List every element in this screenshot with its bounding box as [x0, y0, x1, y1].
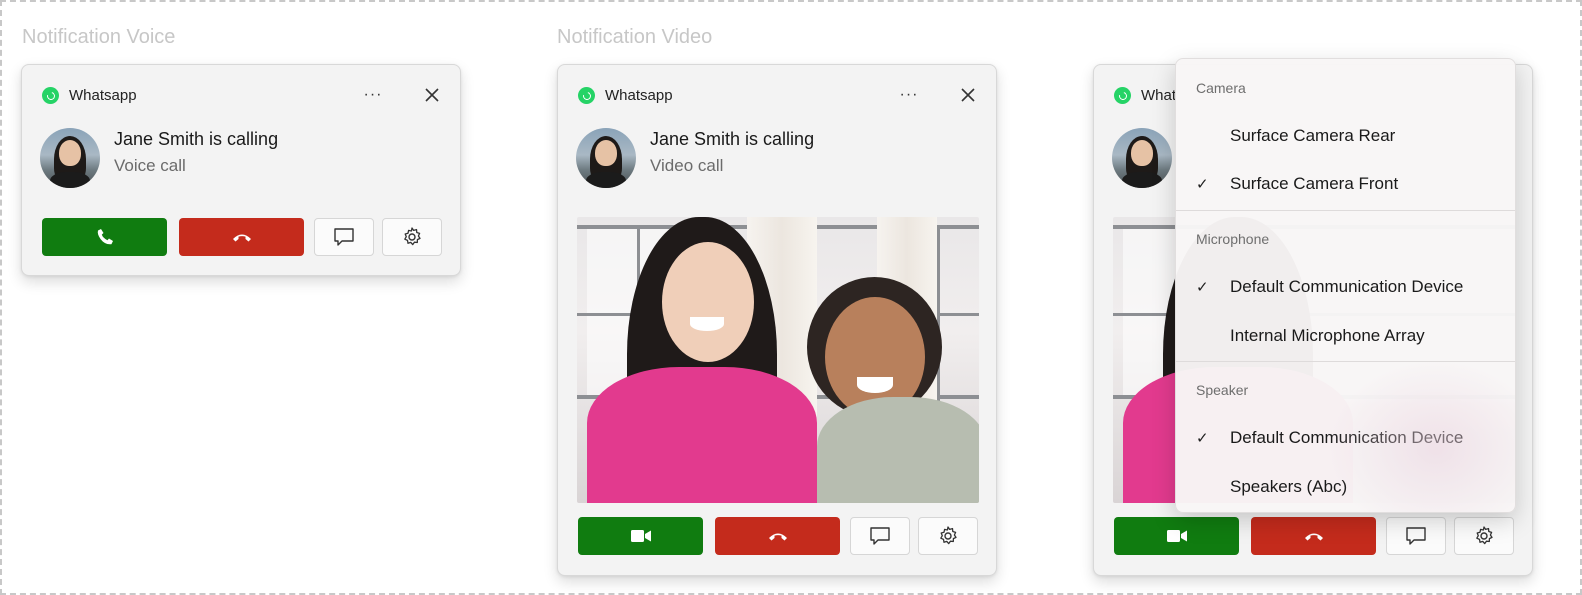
check-icon: ✓	[1196, 279, 1209, 296]
menu-item-label: Surface Camera Rear	[1230, 126, 1396, 145]
decline-call-button[interactable]	[179, 218, 304, 256]
menu-item-label: Internal Microphone Array	[1230, 326, 1425, 345]
more-icon: ···	[899, 86, 919, 103]
call-type: Voice call	[114, 156, 186, 175]
app-name: Whatsapp	[69, 86, 137, 104]
accept-call-button[interactable]	[42, 218, 167, 256]
close-icon	[425, 88, 439, 102]
whatsapp-icon	[578, 86, 595, 104]
gear-icon	[1476, 526, 1493, 545]
caller-name: Jane Smith is calling	[114, 129, 279, 149]
hang-up-icon	[232, 234, 251, 242]
menu-divider	[1176, 361, 1515, 362]
chat-bubble-icon	[1406, 527, 1426, 545]
video-camera-icon	[1166, 530, 1187, 542]
menu-divider	[1176, 210, 1515, 211]
settings-button[interactable]	[382, 218, 442, 256]
menu-item-mic-internal[interactable]: Internal Microphone Array	[1180, 315, 1511, 357]
phone-icon	[97, 229, 113, 245]
microphone-header: Microphone	[1196, 231, 1270, 247]
close-button[interactable]	[954, 82, 982, 108]
whatsapp-icon	[42, 86, 59, 104]
video-preview	[577, 217, 979, 503]
menu-item-speakers-abc[interactable]: Speakers (Abc)	[1180, 466, 1511, 508]
app-header: Whatsapp	[578, 85, 673, 105]
section-label-video: Notification Video	[557, 26, 713, 48]
hang-up-icon	[768, 533, 787, 541]
decline-call-button[interactable]	[715, 517, 840, 555]
close-icon	[961, 88, 975, 102]
menu-item-speaker-default[interactable]: ✓ Default Communication Device	[1180, 417, 1511, 459]
menu-item-label: Default Communication Device	[1230, 428, 1464, 447]
menu-item-label: Speakers (Abc)	[1230, 477, 1348, 496]
message-button[interactable]	[850, 517, 910, 555]
app-header: What	[1114, 85, 1176, 105]
menu-item-mic-default[interactable]: ✓ Default Communication Device	[1180, 266, 1511, 308]
camera-header: Camera	[1196, 80, 1246, 96]
voice-call-notification: Whatsapp ··· Jane Smith is calling Voice…	[21, 64, 461, 276]
app-name: Whatsapp	[605, 86, 673, 104]
avatar	[576, 128, 636, 188]
device-settings-menu: Camera Surface Camera Rear ✓ Surface Cam…	[1175, 58, 1516, 513]
menu-item-label: Default Communication Device	[1230, 277, 1464, 296]
video-call-notification: Whatsapp ··· Jane Smith is calling Video…	[557, 64, 997, 576]
settings-button[interactable]	[1454, 517, 1514, 555]
menu-item-camera-rear[interactable]: Surface Camera Rear	[1180, 115, 1511, 157]
check-icon: ✓	[1196, 176, 1209, 193]
call-type: Video call	[650, 156, 724, 175]
close-button[interactable]	[418, 82, 446, 108]
accept-video-button[interactable]	[1114, 517, 1239, 555]
chat-bubble-icon	[870, 527, 890, 545]
chat-bubble-icon	[334, 228, 354, 246]
speaker-header: Speaker	[1196, 382, 1249, 398]
gear-icon	[404, 227, 421, 246]
check-icon: ✓	[1196, 430, 1209, 447]
gear-icon	[940, 526, 957, 545]
more-options-button[interactable]: ···	[359, 82, 387, 108]
avatar	[1112, 128, 1172, 188]
avatar	[40, 128, 100, 188]
app-name: What	[1141, 86, 1177, 104]
caller-name: Jane Smith is calling	[650, 129, 815, 149]
hang-up-icon	[1304, 533, 1323, 541]
menu-item-label: Surface Camera Front	[1230, 174, 1399, 193]
more-options-button[interactable]: ···	[895, 82, 923, 108]
menu-item-camera-front[interactable]: ✓ Surface Camera Front	[1180, 163, 1511, 205]
accept-video-button[interactable]	[578, 517, 703, 555]
video-camera-icon	[630, 530, 651, 542]
more-icon: ···	[363, 86, 383, 103]
settings-button[interactable]	[918, 517, 978, 555]
section-label-voice: Notification Voice	[22, 26, 176, 48]
app-header: Whatsapp	[42, 85, 137, 105]
whatsapp-icon	[1114, 86, 1131, 104]
decline-call-button[interactable]	[1251, 517, 1376, 555]
message-button[interactable]	[314, 218, 374, 256]
message-button[interactable]	[1386, 517, 1446, 555]
